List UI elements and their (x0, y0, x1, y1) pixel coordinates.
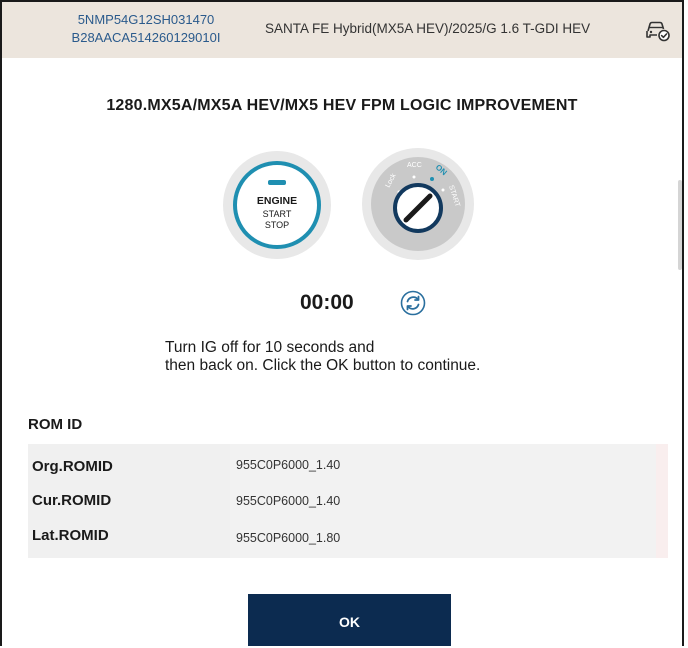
rom-id-heading: ROM ID (28, 416, 83, 433)
engine-indicator-led (268, 180, 286, 185)
engine-start-label: START (262, 209, 292, 219)
engine-label: ENGINE (256, 195, 298, 207)
countdown-timer: 00:00 (300, 291, 354, 314)
instruction-line-2: then back on. Click the OK button to con… (165, 357, 481, 374)
rom-table-edge (656, 444, 668, 558)
instruction-text: Turn IG off for 10 seconds and then back… (165, 339, 480, 375)
engine-button-face: ENGINE START STOP (233, 161, 321, 249)
vehicle-header: 5NMP54G12SH031470 B28AACA514260129010I S… (2, 2, 682, 58)
ok-button[interactable]: OK (248, 594, 451, 646)
vin-block: 5NMP54G12SH031470 B28AACA514260129010I (60, 11, 232, 47)
scrollbar[interactable] (678, 180, 682, 270)
refresh-icon[interactable] (400, 290, 426, 316)
vehicle-description: SANTA FE Hybrid(MX5A HEV)/2025/G 1.6 T-G… (265, 21, 591, 36)
rom-cur-label: Cur.ROMID (32, 492, 112, 509)
car-check-icon[interactable] (644, 18, 670, 42)
rom-lat-label: Lat.ROMID (32, 527, 109, 544)
rom-lat-value: 955C0P6000_1.80 (236, 531, 341, 545)
rom-id-table: Org.ROMID 955C0P6000_1.40 Cur.ROMID 955C… (28, 444, 668, 558)
instruction-line-1: Turn IG off for 10 seconds and (165, 339, 375, 356)
engine-start-stop-button: ENGINE START STOP (223, 151, 331, 259)
engine-stop-label: STOP (264, 220, 290, 230)
vin-number: 5NMP54G12SH031470 (77, 12, 215, 27)
ignition-key-icon: Lock ACC ON START (371, 157, 465, 251)
rom-cur-value: 955C0P6000_1.40 (236, 494, 341, 508)
rom-org-label: Org.ROMID (32, 458, 113, 475)
ignition-switch: Lock ACC ON START (362, 148, 474, 260)
procedure-title: 1280.MX5A/MX5A HEV/MX5 HEV FPM LOGIC IMP… (106, 97, 578, 114)
procedure-window: 5NMP54G12SH031470 B28AACA514260129010I S… (0, 0, 684, 646)
ignition-pos-acc: ACC (407, 162, 422, 169)
rom-org-value: 955C0P6000_1.40 (236, 458, 341, 472)
vin-secondary: B28AACA514260129010I (71, 30, 221, 45)
